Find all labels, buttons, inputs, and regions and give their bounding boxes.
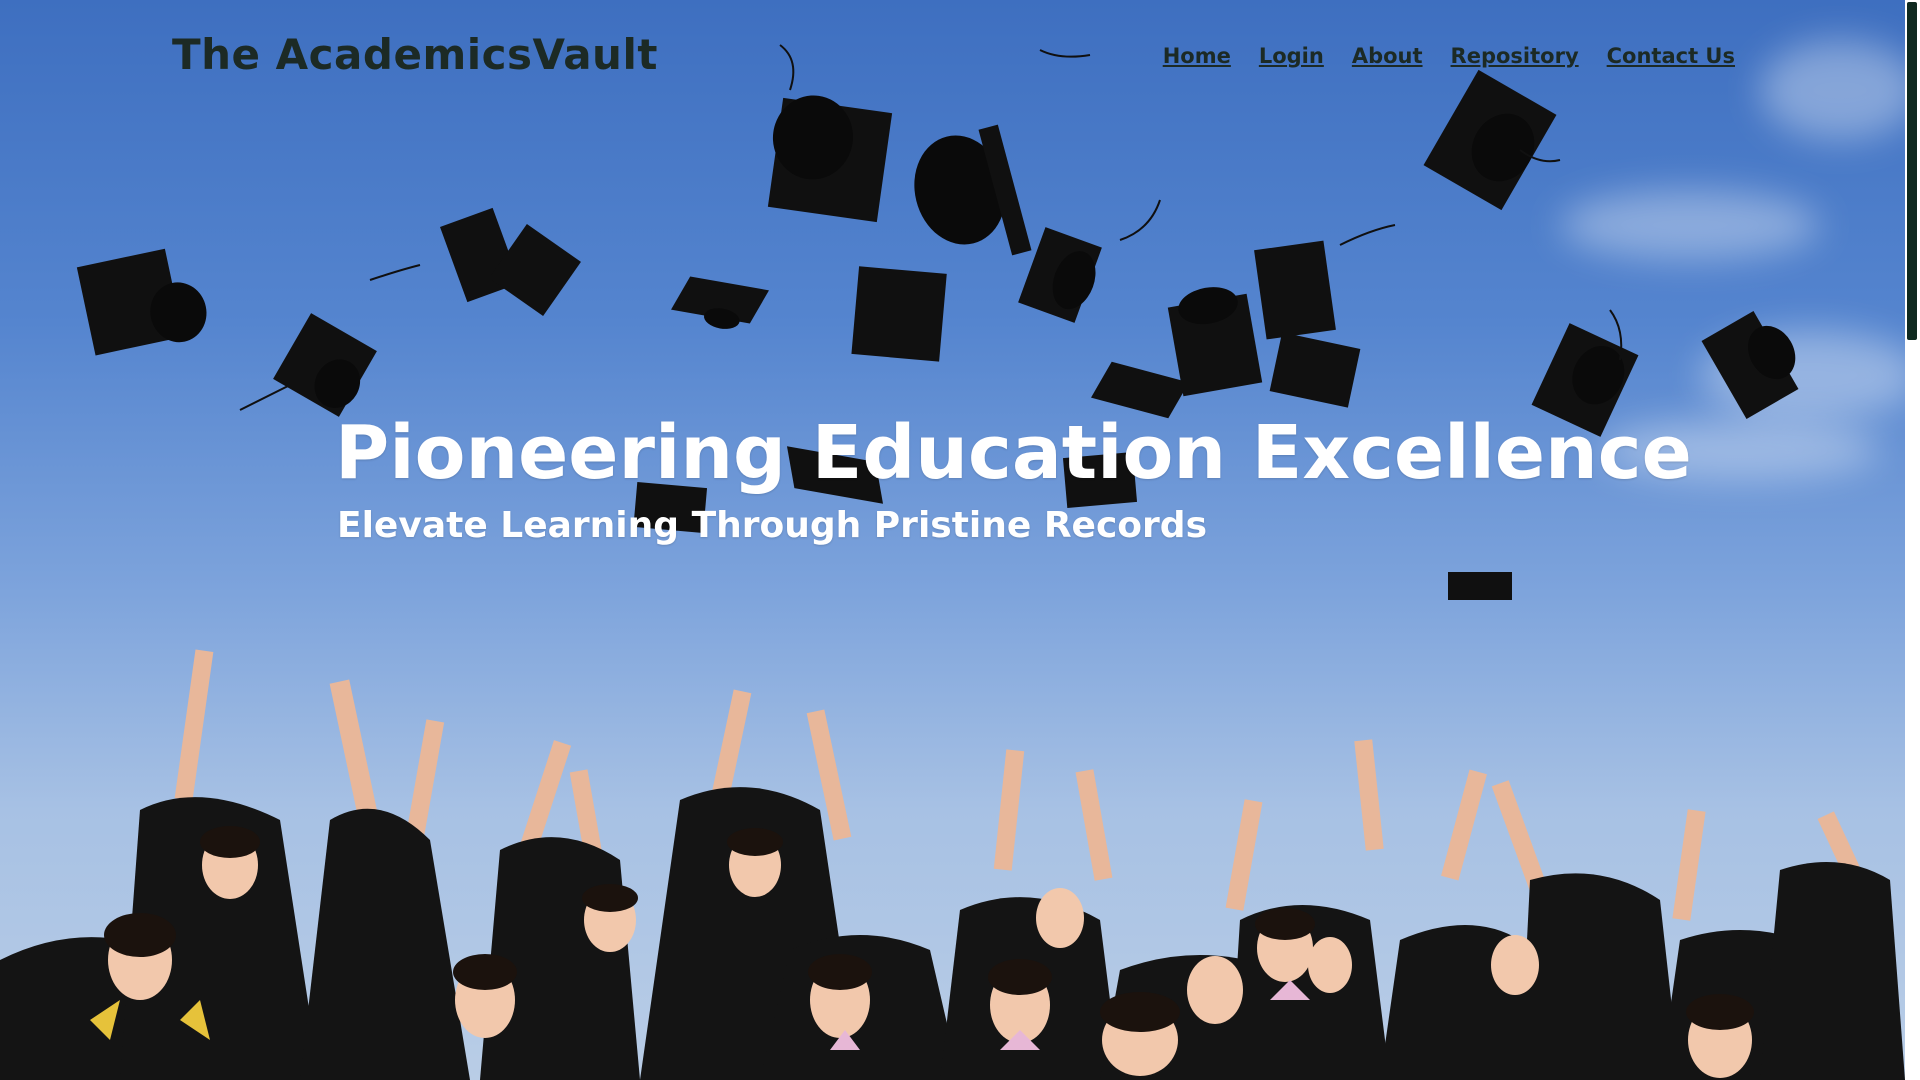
nav-link-about[interactable]: About [1352,44,1423,68]
site-logo[interactable]: The AcademicsVault [172,30,658,79]
nav-link-login[interactable]: Login [1259,44,1324,68]
nav-link-contact-us[interactable]: Contact Us [1607,44,1735,68]
hero-subheadline: Elevate Learning Through Pristine Record… [337,505,1207,546]
graduates-crowd-illustration [0,649,1905,1080]
scrollbar-thumb[interactable] [1907,2,1917,340]
nav-link-repository[interactable]: Repository [1451,44,1579,68]
page-scrollbar[interactable] [1905,0,1920,1080]
nav-link-home[interactable]: Home [1163,44,1231,68]
main-navigation: Home Login About Repository Contact Us [1163,44,1735,68]
hero-headline: Pioneering Education Excellence [335,410,1692,496]
